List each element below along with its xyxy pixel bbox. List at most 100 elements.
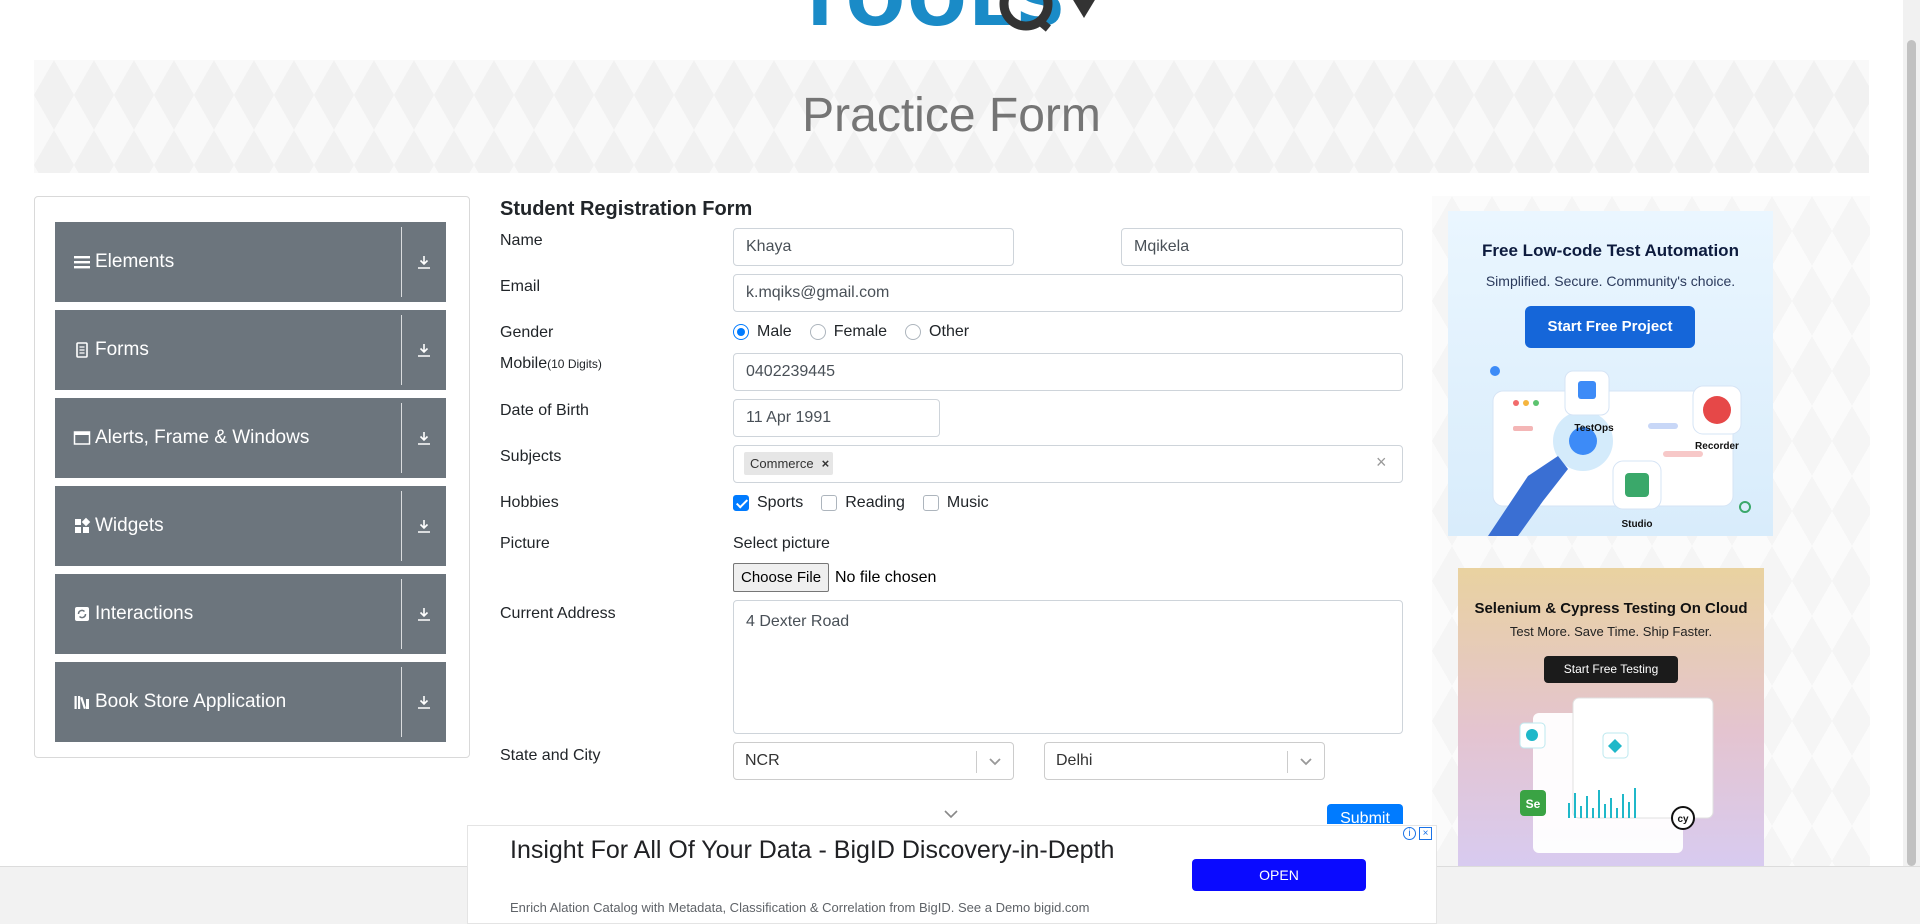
toolsqa-logo[interactable]: TOOLS [796, 0, 1126, 50]
gender-other-radio[interactable]: Other [905, 323, 969, 341]
divider [401, 667, 402, 737]
hobbies-label: Hobbies [500, 494, 559, 511]
dob-label: Date of Birth [500, 402, 589, 419]
checkbox-indicator[interactable] [821, 495, 838, 511]
mobile-label: Mobile(10 Digits) [500, 355, 602, 373]
hamburger-icon [74, 256, 90, 269]
mobile-input[interactable] [733, 353, 1403, 391]
state-value: NCR [745, 752, 780, 769]
sidebar-group-label: Book Store Application [95, 691, 287, 712]
divider [1287, 751, 1288, 773]
divider [401, 403, 402, 473]
gender-label: Gender [500, 324, 554, 341]
download-icon[interactable] [402, 254, 446, 270]
sidebar: Elements Forms Alerts, Frame & Windows W… [34, 196, 470, 758]
state-select[interactable]: NCR [733, 742, 1014, 780]
divider [401, 491, 402, 561]
last-name-input[interactable] [1121, 228, 1403, 266]
window-icon [73, 431, 91, 445]
select-picture-label: Select picture [733, 535, 830, 552]
hobby-music-checkbox[interactable]: Music [922, 494, 989, 512]
email-label: Email [500, 278, 541, 295]
sidebar-group-alerts[interactable]: Alerts, Frame & Windows [55, 398, 446, 478]
gender-radio-group: Male Female Other [733, 323, 987, 341]
hobby-reading-checkbox[interactable]: Reading [821, 494, 905, 512]
sidebar-group-forms[interactable]: Forms [55, 310, 446, 390]
checkbox-label: Music [946, 494, 989, 511]
hobby-sports-checkbox[interactable]: Sports [733, 494, 803, 512]
katalon-ad[interactable]: Free Low-code Test Automation Simplified… [1448, 211, 1773, 536]
checkbox-indicator[interactable] [733, 495, 749, 511]
sidebar-group-label: Forms [95, 339, 149, 360]
name-label: Name [500, 232, 543, 249]
radio-indicator[interactable] [733, 324, 749, 340]
subject-tag: Commerce × [744, 452, 834, 475]
ad-label-studio: Studio [1621, 519, 1652, 530]
ad-label-testops: TestOps [1574, 423, 1614, 434]
document-icon [76, 342, 88, 358]
ad-description: Enrich Alation Catalog with Metadata, Cl… [510, 900, 1090, 915]
checkbox-label: Sports [757, 494, 804, 511]
sidebar-group-bookstore[interactable]: Book Store Application [55, 662, 446, 742]
lambdatest-ad[interactable]: Selenium & Cypress Testing On Cloud Test… [1458, 568, 1764, 866]
download-icon[interactable] [402, 606, 446, 622]
address-label: Current Address [500, 605, 616, 622]
subject-tag-label: Commerce [750, 456, 814, 471]
radio-indicator[interactable] [905, 324, 922, 340]
dob-input[interactable] [733, 399, 940, 437]
file-status: No file chosen [835, 569, 937, 586]
chevron-down-icon[interactable] [942, 808, 960, 820]
subjects-input[interactable] [733, 445, 1403, 483]
gender-male-radio[interactable]: Male [733, 323, 792, 341]
logo-gear-icon [999, 0, 1095, 32]
ad-title[interactable]: Insight For All Of Your Data - BigID Dis… [510, 834, 1130, 866]
clear-subjects-icon[interactable]: × [1376, 452, 1387, 473]
ad-illustration: Se cy [1519, 697, 1714, 853]
checkbox-label: Reading [845, 494, 905, 511]
page-title: Practice Form [802, 89, 1101, 142]
submit-button[interactable]: Submit [1327, 804, 1403, 824]
choose-file-button[interactable]: Choose File [733, 563, 830, 592]
sidebar-group-label: Elements [95, 251, 175, 272]
sidebar-group-widgets[interactable]: Widgets [55, 486, 446, 566]
hobbies-checkbox-group: Sports Reading Music [733, 494, 1007, 512]
bottom-banner-ad[interactable]: Insight For All Of Your Data - BigID Dis… [467, 825, 1437, 924]
scrollbar-thumb[interactable] [1907, 40, 1916, 866]
sidebar-group-interactions[interactable]: Interactions [55, 574, 446, 654]
sidebar-group-label: Alerts, Frame & Windows [95, 427, 310, 448]
download-icon[interactable] [402, 342, 446, 358]
ad-illustration: TestOps Recorder Studio [1488, 366, 1751, 536]
svg-text:Se: Se [1526, 797, 1541, 811]
sidebar-group-label: Interactions [95, 603, 194, 624]
close-icon[interactable]: × [1419, 827, 1432, 840]
radio-label: Other [929, 323, 970, 340]
gender-female-radio[interactable]: Female [809, 323, 888, 341]
current-address-textarea[interactable] [733, 600, 1403, 734]
mobile-hint: (10 Digits) [547, 357, 602, 371]
email-input[interactable] [733, 274, 1403, 312]
sidebar-group-elements[interactable]: Elements [55, 222, 446, 302]
checkbox-indicator[interactable] [922, 495, 939, 511]
ad-choices: i × [1403, 827, 1432, 840]
form-title: Student Registration Form [500, 198, 753, 220]
books-icon [74, 696, 89, 710]
download-icon[interactable] [402, 694, 446, 710]
grid-icon [75, 517, 91, 533]
divider [401, 315, 402, 385]
divider [976, 751, 977, 773]
download-icon[interactable] [402, 430, 446, 446]
chevron-down-icon [989, 758, 1001, 766]
remove-tag-icon[interactable]: × [822, 456, 830, 471]
ad-info-icon[interactable]: i [1403, 827, 1416, 840]
sidebar-group-label: Widgets [95, 515, 164, 536]
first-name-input[interactable] [733, 228, 1014, 266]
divider [401, 579, 402, 649]
ad-open-button[interactable]: OPEN [1192, 859, 1366, 891]
city-select[interactable]: Delhi [1044, 742, 1325, 780]
ad-label-recorder: Recorder [1695, 441, 1739, 452]
chevron-down-icon [1300, 758, 1312, 766]
radio-label: Female [833, 323, 888, 340]
mobile-label-text: Mobile [500, 355, 548, 372]
radio-indicator[interactable] [809, 324, 826, 340]
download-icon[interactable] [402, 518, 446, 534]
